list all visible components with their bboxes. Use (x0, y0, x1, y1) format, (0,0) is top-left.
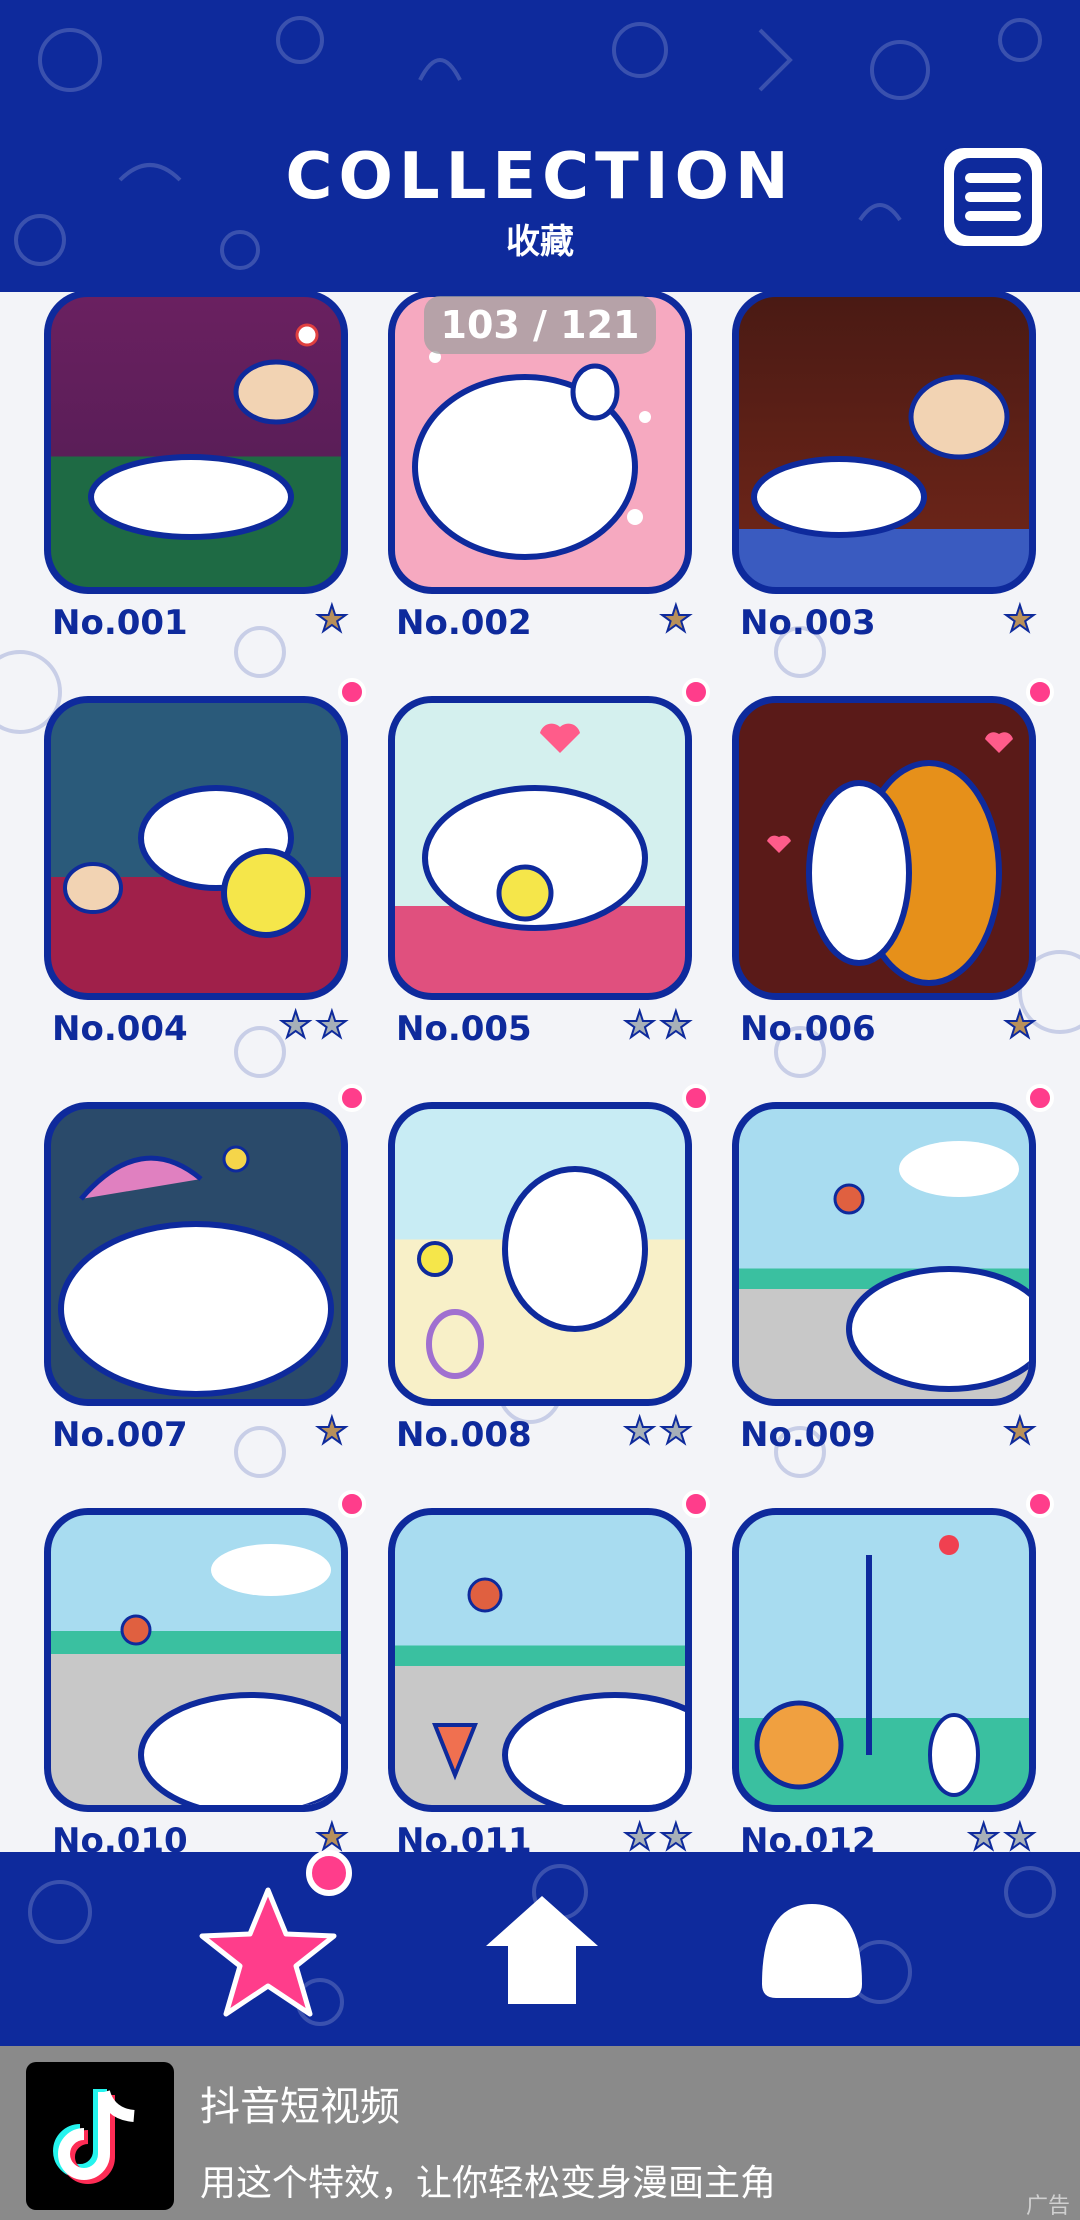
menu-button[interactable] (938, 142, 1048, 252)
rarity-stars: ★ ★ (622, 1005, 693, 1047)
dog-illustration (58, 1145, 334, 1397)
star-icon: ★ (622, 1411, 656, 1453)
dog-illustration (63, 785, 311, 938)
bear-illustration (767, 732, 1013, 986)
card-illustration (44, 1508, 348, 1812)
ad-tag: 广告 (1025, 2194, 1070, 2219)
star-icon: ★ (1003, 1411, 1037, 1453)
collection-item[interactable]: No.011 ★ ★ (388, 1490, 710, 1861)
star-icon: ★ (315, 599, 349, 641)
star-icon: ★ (315, 1005, 349, 1047)
dog-illustration (432, 1577, 685, 1805)
card-illustration (732, 1508, 1036, 1812)
star-icon: ★ (1003, 599, 1037, 641)
star-icon: ★ (622, 1005, 656, 1047)
nav-collection-button[interactable] (198, 1886, 338, 2024)
dog-illustration (417, 1166, 648, 1379)
bottom-nav-bar (0, 1852, 1080, 2046)
card-illustration (388, 1102, 692, 1406)
new-indicator-dot (306, 1850, 352, 1896)
item-number: No.001 (52, 603, 188, 643)
collection-item[interactable]: No.008 ★ ★ (388, 1084, 710, 1455)
dog-illustration (751, 374, 1010, 538)
star-icon (199, 1887, 337, 2017)
new-indicator-dot (1026, 678, 1054, 706)
item-number: No.002 (396, 603, 532, 643)
rarity-stars: ★ (1003, 599, 1037, 641)
collection-item[interactable]: No.009 ★ (732, 1084, 1054, 1455)
card-illustration (44, 290, 348, 594)
new-indicator-dot (682, 678, 710, 706)
card-illustration (732, 696, 1036, 1000)
nav-profile-button[interactable] (752, 1894, 872, 2008)
new-indicator-dot (338, 678, 366, 706)
tiktok-logo-icon (26, 2062, 174, 2210)
star-icon: ★ (315, 1411, 349, 1453)
item-number: No.008 (396, 1415, 532, 1455)
dog-illustration (422, 723, 648, 931)
item-number: No.005 (396, 1009, 532, 1049)
nav-home-button[interactable] (482, 1890, 602, 2014)
new-indicator-dot (682, 1084, 710, 1112)
ad-description: 用这个特效，让你轻松变身漫画主角 (200, 2163, 777, 2204)
star-icon: ★ (659, 599, 693, 641)
page-title: COLLECTION (285, 140, 795, 214)
collection-item[interactable]: No.005 ★ ★ (388, 678, 710, 1049)
item-number: No.007 (52, 1415, 188, 1455)
star-icon: ★ (659, 1411, 693, 1453)
rarity-stars: ★ ★ (622, 1411, 693, 1453)
tree-illustration (754, 1535, 980, 1797)
rarity-stars: ★ ★ (278, 1005, 349, 1047)
dog-illustration (88, 323, 319, 540)
dog-illustration (833, 1141, 1029, 1392)
dog-illustration (120, 1544, 341, 1805)
item-number: No.004 (52, 1009, 188, 1049)
collection-item[interactable]: No.010 ★ (44, 1490, 366, 1861)
home-icon (486, 1896, 598, 2004)
rarity-stars: ★ (315, 1411, 349, 1453)
new-indicator-dot (1026, 1490, 1054, 1518)
collection-item[interactable]: No.012 ★ ★ (732, 1490, 1054, 1861)
collection-item[interactable]: No.004 ★ ★ (44, 678, 366, 1049)
rarity-stars: ★ (1003, 1005, 1037, 1047)
hamburger-menu-icon (954, 158, 1032, 236)
ad-banner[interactable]: 抖音短视频 用这个特效，让你轻松变身漫画主角 广告 (0, 2046, 1080, 2220)
card-illustration (44, 696, 348, 1000)
page-subtitle: 收藏 (506, 222, 574, 262)
star-icon: ★ (278, 1005, 312, 1047)
collection-item[interactable]: No.001 ★ (44, 290, 349, 643)
new-indicator-dot (338, 1490, 366, 1518)
star-icon: ★ (1003, 1005, 1037, 1047)
rarity-stars: ★ (659, 599, 693, 641)
star-icon: ★ (659, 1005, 693, 1047)
collection-item[interactable]: No.003 ★ (732, 290, 1037, 643)
card-illustration (388, 696, 692, 1000)
rarity-stars: ★ (315, 599, 349, 641)
card-illustration (732, 1102, 1036, 1406)
item-number: No.003 (740, 603, 876, 643)
item-number: No.009 (740, 1415, 876, 1455)
new-indicator-dot (1026, 1084, 1054, 1112)
new-indicator-dot (338, 1084, 366, 1112)
rarity-stars: ★ (1003, 1411, 1037, 1453)
dog-head-icon (762, 1904, 862, 1998)
card-illustration (388, 1508, 692, 1812)
collection-counter: 103 / 121 (424, 296, 656, 354)
ad-app-name: 抖音短视频 (200, 2084, 400, 2130)
new-indicator-dot (682, 1490, 710, 1518)
collection-item[interactable]: No.006 ★ (732, 678, 1054, 1049)
card-illustration (732, 290, 1036, 594)
collection-item[interactable]: No.007 ★ (44, 1084, 366, 1455)
header-bar: COLLECTION 收藏 (0, 0, 1080, 292)
item-number: No.006 (740, 1009, 876, 1049)
card-illustration (44, 1102, 348, 1406)
